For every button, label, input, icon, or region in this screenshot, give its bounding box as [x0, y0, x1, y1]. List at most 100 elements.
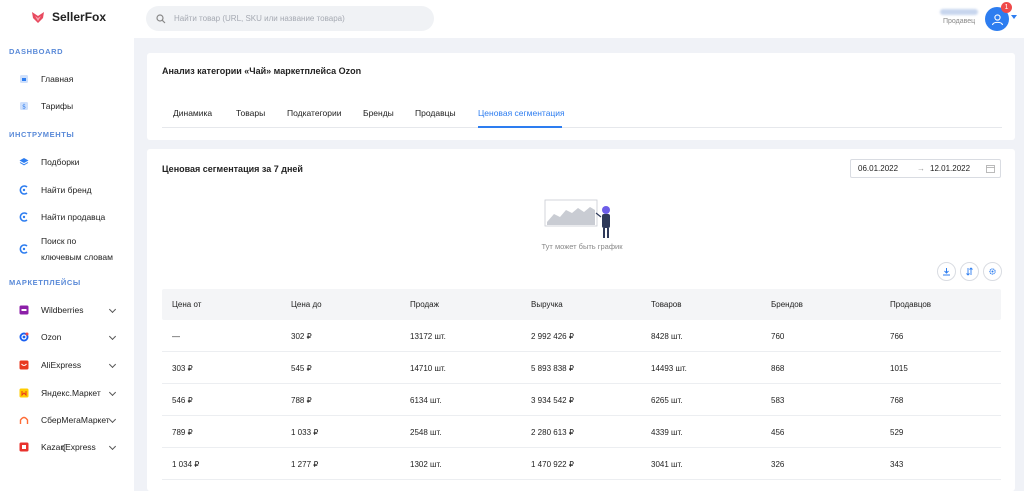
table-cell: 6134 шт. — [410, 396, 442, 405]
sidebar-item-label: Главная — [41, 74, 74, 84]
tab-brands[interactable]: Бренды — [363, 108, 394, 118]
tab-dynamics[interactable]: Динамика — [173, 108, 212, 118]
user-menu-caret-icon[interactable] — [1011, 15, 1017, 19]
sort-icon — [966, 267, 973, 276]
column-header[interactable]: Цена до — [291, 300, 322, 309]
column-header[interactable]: Брендов — [771, 300, 803, 309]
search-brand-icon — [19, 185, 29, 195]
empty-chart-illustration-icon — [544, 199, 610, 238]
table-cell: 456 — [771, 428, 785, 437]
category-header-card: Анализ категории «Чай» маркетплейса Ozon… — [147, 53, 1015, 140]
table-cell: 2 992 426 ₽ — [531, 332, 574, 341]
active-tab-indicator — [478, 126, 562, 128]
sidebar-item-label: Найти продавца — [41, 212, 106, 222]
download-button[interactable] — [937, 262, 956, 281]
table-cell: 2 280 613 ₽ — [531, 428, 574, 437]
table-cell: 1 277 ₽ — [291, 460, 319, 469]
tab-products[interactable]: Товары — [236, 108, 265, 118]
price-segmentation-card: Ценовая сегментация за 7 дней 06.01.2022… — [147, 149, 1015, 491]
tab-subcategories[interactable]: Подкатегории — [287, 108, 341, 118]
chevron-down-icon — [108, 442, 117, 451]
date-range-picker[interactable]: 06.01.2022 → 12.01.2022 — [850, 159, 1001, 178]
sidebar-item-label: Яндекс.Маркет — [41, 388, 101, 398]
search-seller-icon — [19, 212, 29, 222]
table-cell: 302 ₽ — [291, 332, 312, 341]
table-cell: 1 470 922 ₽ — [531, 460, 574, 469]
table-cell: 14710 шт. — [410, 364, 446, 373]
table-cell: 1 034 ₽ — [172, 460, 200, 469]
download-icon — [943, 268, 950, 276]
column-header[interactable]: Продаж — [410, 300, 439, 309]
sidebar-item-wildberries[interactable]: Wildberries — [19, 305, 117, 315]
sidebar-item-find-seller[interactable]: Найти продавца — [19, 212, 105, 222]
table-cell: 5 893 838 ₽ — [531, 364, 574, 373]
sort-button[interactable] — [960, 262, 979, 281]
column-header[interactable]: Цена от — [172, 300, 201, 309]
table-cell: 3 934 542 ₽ — [531, 396, 574, 405]
section-title: Ценовая сегментация за 7 дней — [162, 164, 303, 174]
table-cell: — — [172, 332, 180, 341]
sidebar-section-marketplaces: МАРКЕТПЛЕЙСЫ — [9, 278, 81, 287]
search-icon — [156, 13, 166, 23]
chevron-down-icon — [108, 360, 117, 369]
column-header[interactable]: Выручка — [531, 300, 563, 309]
keywords-icon — [19, 244, 29, 254]
table-cell: 545 ₽ — [291, 364, 312, 373]
user-icon — [991, 13, 1003, 25]
notification-badge: 1 — [1001, 2, 1012, 13]
sidebar-item-label: Найти бренд — [41, 185, 92, 195]
sidebar-item-kazanexpress[interactable]: KazanExpress — [19, 442, 117, 452]
table-cell: 789 ₽ — [172, 428, 193, 437]
sidebar-item-label-line2: ключевым словам — [41, 252, 113, 262]
fox-logo-icon — [32, 12, 44, 23]
table-cell: 766 — [890, 332, 904, 341]
date-from[interactable]: 06.01.2022 — [858, 164, 898, 173]
sidebar-item-ozon[interactable]: Ozon — [19, 332, 117, 342]
table-cell: 788 ₽ — [291, 396, 312, 405]
price-segment-table: Цена от Цена до Продаж Выручка Товаров Б… — [162, 289, 1001, 480]
sidebar-item-find-brand[interactable]: Найти бренд — [19, 185, 92, 195]
chevron-down-icon — [108, 388, 117, 397]
chevron-down-icon — [108, 305, 117, 314]
tab-sellers[interactable]: Продавцы — [415, 108, 456, 118]
sidebar-section-tools: ИНСТРУМЕНТЫ — [9, 130, 75, 139]
sidebar-item-label: СберМегаМаркет — [41, 415, 110, 425]
wildberries-icon — [19, 305, 29, 315]
aliexpress-icon — [19, 360, 29, 370]
search-bar[interactable] — [146, 6, 434, 31]
sidebar-item-tariffs[interactable]: $ Тарифы — [19, 101, 73, 111]
search-input[interactable] — [174, 14, 414, 23]
home-icon — [19, 74, 29, 84]
table-header: Цена от Цена до Продаж Выручка Товаров Б… — [162, 289, 1001, 320]
sidebar-item-home[interactable]: Главная — [19, 74, 73, 84]
sidebar-item-yandex-market[interactable]: Яндекс.Маркет — [19, 388, 117, 398]
sidebar-item-label: Тарифы — [41, 101, 74, 111]
table-cell: 14493 шт. — [651, 364, 687, 373]
top-bar: SellerFox Продавец 1 — [0, 0, 1024, 38]
table-cell: 768 — [890, 396, 904, 405]
table-cell: 3041 шт. — [651, 460, 683, 469]
sidebar-item-collections[interactable]: Подборки — [19, 157, 79, 167]
page-title: Анализ категории «Чай» маркетплейса Ozon — [162, 66, 362, 76]
sidebar-item-label: Поиск по ключевым словам — [41, 233, 113, 265]
tariff-icon: $ — [19, 101, 29, 111]
sidebar-item-sbermegamarket[interactable]: СберМегаМаркет — [19, 415, 117, 425]
sidebar-item-aliexpress[interactable]: AliExpress — [19, 360, 117, 370]
sidebar-section-dashboard: DASHBOARD — [9, 47, 64, 56]
table-cell: 2548 шт. — [410, 428, 442, 437]
tab-price-segmentation[interactable]: Ценовая сегментация — [478, 108, 565, 118]
column-header[interactable]: Товаров — [651, 300, 681, 309]
app-name: SellerFox — [52, 10, 107, 24]
column-header[interactable]: Продавцов — [890, 300, 931, 309]
user-name-blurred — [940, 9, 978, 15]
tab-bar: Динамика Товары Подкатегории Бренды Прод… — [162, 100, 1002, 128]
date-to[interactable]: 12.01.2022 — [930, 164, 970, 173]
chevron-down-icon — [108, 415, 117, 424]
logo[interactable]: SellerFox — [31, 10, 106, 24]
empty-chart-text: Тут может быть график — [541, 242, 623, 251]
sidebar-item-keywords[interactable]: Поиск по ключевым словам — [19, 233, 113, 265]
settings-button[interactable] — [983, 262, 1002, 281]
table-cell: 326 — [771, 460, 785, 469]
sidebar-item-label: Ozon — [41, 332, 62, 342]
sidebar-item-label-line1: Поиск по — [41, 236, 77, 246]
